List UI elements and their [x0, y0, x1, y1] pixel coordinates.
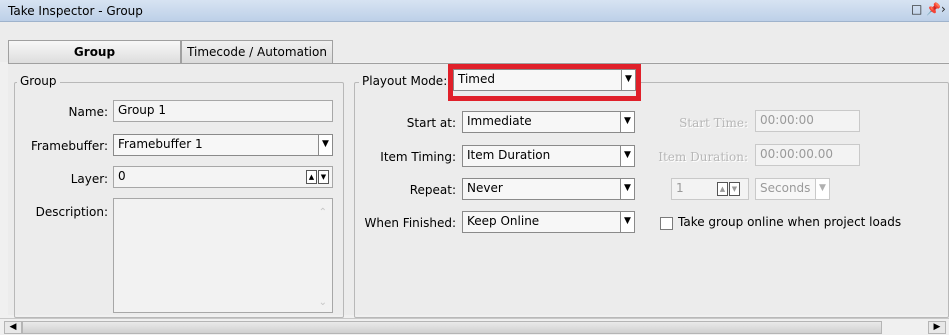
increment-icon[interactable]: ▲ [717, 182, 728, 196]
repeat-value: Never [467, 181, 503, 195]
scroll-up-icon[interactable]: ⌃ [319, 207, 327, 218]
repeat-count-value: 1 [676, 181, 684, 195]
horizontal-scrollbar[interactable]: ◀ ▶ [0, 318, 949, 335]
layer-label: Layer: [70, 172, 108, 186]
description-label: Description: [35, 205, 108, 219]
framebuffer-select[interactable]: Framebuffer 1 ▼ [113, 134, 333, 156]
take-online-label[interactable]: Take group online when project loads [678, 215, 901, 229]
layer-value: 0 [118, 169, 126, 183]
scroll-down-icon[interactable]: ⌄ [319, 297, 327, 308]
when-finished-label: When Finished: [364, 216, 456, 230]
chevron-down-icon[interactable]: ▼ [620, 212, 634, 232]
start-at-value: Immediate [467, 114, 532, 128]
decrement-icon[interactable]: ▼ [729, 182, 740, 196]
repeat-select[interactable]: Never ▼ [462, 178, 635, 200]
when-finished-value: Keep Online [467, 214, 540, 228]
item-duration-label: Item Duration: [658, 150, 748, 164]
item-timing-label: Item Timing: [380, 150, 456, 164]
tab-group[interactable]: Group [8, 40, 181, 64]
chevron-down-icon[interactable]: ▼ [621, 70, 635, 90]
decrement-icon[interactable]: ▼ [318, 170, 329, 184]
playout-mode-value: Timed [458, 72, 495, 86]
start-time-input[interactable]: 00:00:00 [755, 110, 860, 132]
description-textarea[interactable]: ⌃ ⌄ [113, 198, 333, 313]
start-time-label: Start Time: [679, 116, 748, 130]
start-at-select[interactable]: Immediate ▼ [462, 111, 635, 133]
title-bar: Take Inspector - Group □ 📌 › [0, 0, 949, 22]
group-legend: Group [17, 74, 60, 88]
repeat-unit-select[interactable]: Seconds ▼ [755, 178, 830, 200]
framebuffer-value: Framebuffer 1 [118, 137, 203, 151]
name-input[interactable]: Group 1 [113, 100, 333, 122]
playout-mode-select[interactable]: Timed ▼ [453, 69, 636, 91]
chevron-down-icon[interactable]: ▼ [815, 179, 829, 199]
item-timing-select[interactable]: Item Duration ▼ [462, 145, 635, 167]
chevron-down-icon[interactable]: ▼ [620, 179, 634, 199]
name-label: Name: [68, 105, 108, 119]
repeat-count-stepper[interactable]: ▲ ▼ [717, 182, 741, 196]
item-duration-input[interactable]: 00:00:00.00 [755, 144, 860, 166]
repeat-count-spinbox[interactable]: 1 ▲ ▼ [671, 178, 749, 200]
close-icon[interactable]: › [941, 2, 946, 16]
scroll-left-icon[interactable]: ◀ [4, 321, 22, 334]
repeat-unit-value: Seconds [760, 181, 811, 195]
scroll-right-icon[interactable]: ▶ [928, 321, 946, 334]
layer-spinbox[interactable]: 0 ▲ ▼ [113, 166, 333, 188]
layer-stepper[interactable]: ▲ ▼ [306, 170, 330, 184]
framebuffer-label: Framebuffer: [30, 139, 108, 153]
chevron-down-icon[interactable]: ▼ [318, 135, 332, 155]
take-online-checkbox[interactable] [660, 217, 673, 230]
when-finished-select[interactable]: Keep Online ▼ [462, 211, 635, 233]
chevron-down-icon[interactable]: ▼ [620, 112, 634, 132]
window-title: Take Inspector - Group [8, 4, 143, 18]
scrollbar-thumb[interactable] [22, 321, 882, 334]
item-timing-value: Item Duration [467, 148, 551, 162]
tab-timecode-automation[interactable]: Timecode / Automation [181, 40, 333, 64]
start-at-label: Start at: [406, 116, 456, 130]
chevron-down-icon[interactable]: ▼ [620, 146, 634, 166]
repeat-label: Repeat: [409, 183, 456, 197]
float-window-icon[interactable]: □ [911, 2, 922, 16]
increment-icon[interactable]: ▲ [306, 170, 317, 184]
playout-mode-label: Playout Mode: [359, 74, 451, 88]
pin-icon[interactable]: 📌 [926, 2, 941, 16]
